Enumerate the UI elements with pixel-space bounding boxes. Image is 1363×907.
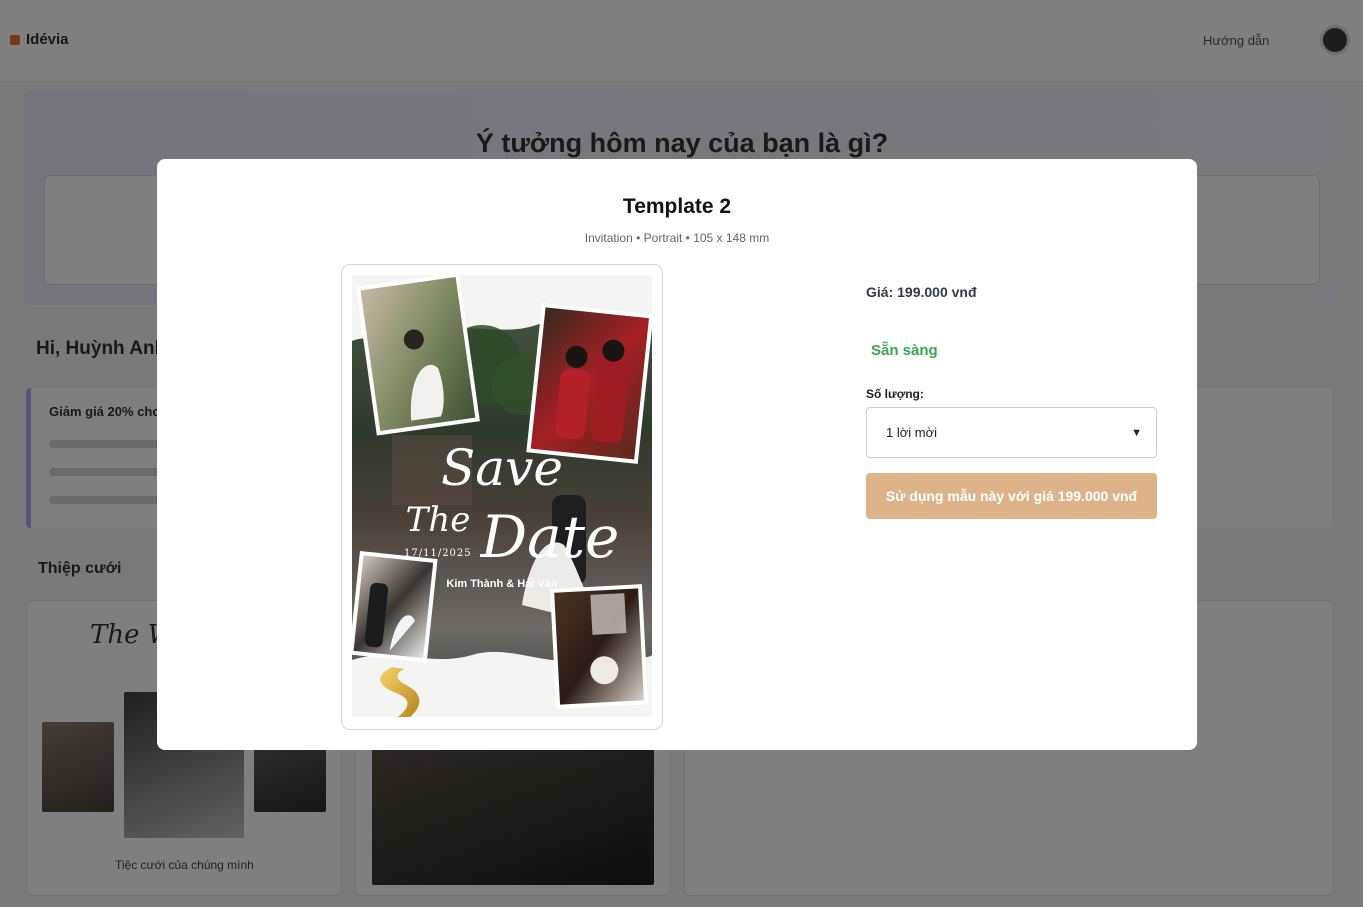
template-modal: Template 2 Invitation • Portrait • 105 x… — [157, 159, 1197, 750]
polaroid-photo — [550, 584, 649, 709]
quantity-selected-value: 1 lời mời — [886, 425, 937, 440]
chevron-down-icon: ▼ — [1131, 426, 1142, 439]
couple-names: Kim Thành & Hải Vân — [446, 578, 558, 590]
invitation-preview-image: Save The Date 17/11/2025 Kim Thành & Hải… — [352, 275, 652, 717]
quantity-label: Số lượng: — [866, 387, 924, 401]
save-text: Save — [441, 439, 563, 497]
use-template-button[interactable]: Sử dụng mẫu này với giá 199.000 vnđ — [866, 473, 1157, 519]
the-text: The — [406, 500, 471, 540]
price-label: Giá: 199.000 vnđ — [866, 284, 977, 300]
wedding-date: 17/11/2025 — [404, 548, 472, 559]
polaroid-photo — [356, 275, 480, 436]
polaroid-photo — [352, 551, 438, 663]
date-text: Date — [480, 503, 620, 571]
status-badge: Sẵn sàng — [871, 342, 938, 359]
quantity-select[interactable]: 1 lời mời ▼ — [866, 407, 1157, 458]
template-preview: Save The Date 17/11/2025 Kim Thành & Hải… — [341, 264, 663, 730]
modal-title: Template 2 — [622, 195, 732, 218]
modal-subtitle: Invitation • Portrait • 105 x 148 mm — [584, 231, 770, 245]
